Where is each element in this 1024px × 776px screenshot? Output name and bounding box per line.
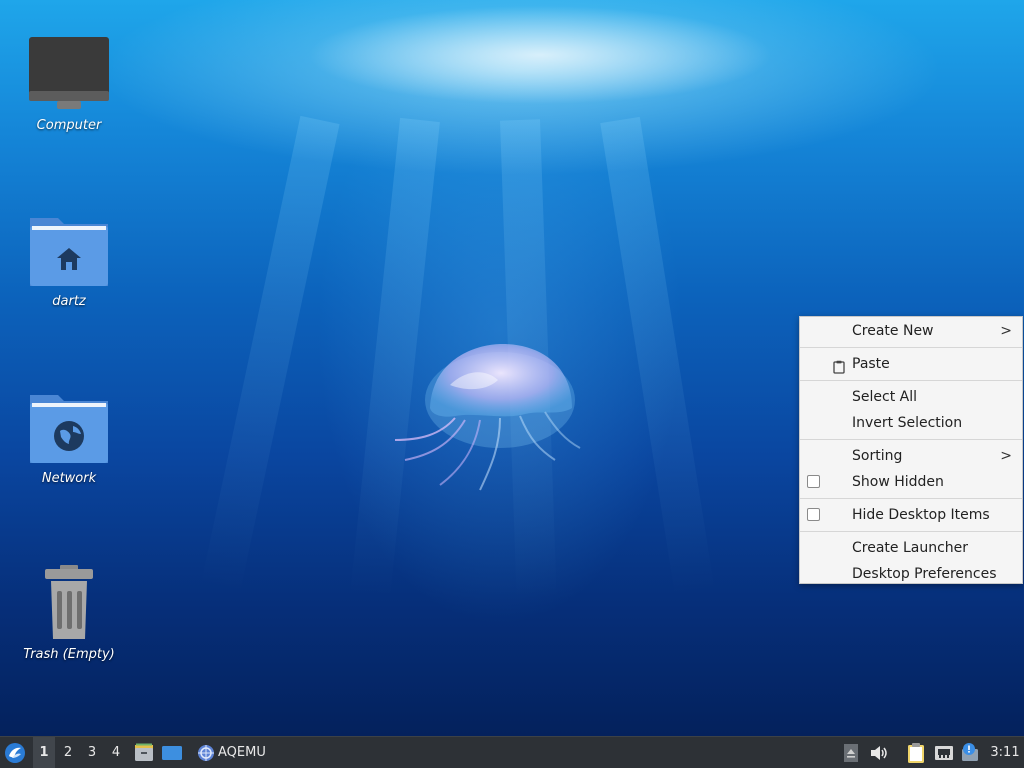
desktop-context-menu: Create New > Paste Select All Invert Sel… [799, 316, 1023, 584]
menu-item-desktop-preferences[interactable]: Desktop Preferences [800, 561, 1022, 587]
menu-item-show-hidden[interactable]: Show Hidden [800, 469, 1022, 495]
home-folder-icon [27, 212, 111, 288]
desktop-icon-label: Computer [36, 118, 102, 133]
desktop-icon-label: Trash (Empty) [23, 647, 115, 662]
menu-item-label: Paste [852, 356, 890, 372]
menu-item-label: Sorting [852, 448, 903, 464]
task-button-aqemu[interactable]: AQEMU [195, 737, 285, 768]
eject-icon [844, 744, 858, 762]
menu-item-label: Hide Desktop Items [852, 507, 990, 523]
trash-icon [27, 565, 111, 641]
network-button[interactable] [934, 737, 956, 768]
hide-desktop-items-checkbox[interactable] [807, 508, 820, 521]
chevron-right-icon: > [1000, 323, 1012, 339]
workspace-2-button[interactable]: 2 [57, 737, 79, 768]
volume-button[interactable] [870, 737, 892, 768]
lubuntu-logo-icon [5, 743, 25, 763]
light-ray [600, 116, 715, 598]
computer-icon [27, 36, 111, 112]
clock[interactable]: 3:11 [988, 737, 1022, 768]
menu-item-hide-desktop-items[interactable]: Hide Desktop Items [800, 502, 1022, 528]
taskbar: 1 2 3 4 AQEMU 3:11 [0, 736, 1024, 768]
menu-item-select-all[interactable]: Select All [800, 384, 1022, 410]
menu-item-create-new[interactable]: Create New > [800, 318, 1022, 344]
desktop-icon-label: dartz [52, 294, 86, 309]
menu-separator [800, 380, 1022, 381]
desktop-background[interactable]: Computer dartz Network Trash (Empty) Cre… [0, 0, 1024, 736]
desktop-icon-trash[interactable]: Trash (Empty) [14, 565, 124, 662]
show-hidden-checkbox[interactable] [807, 475, 820, 488]
workspace-1-button[interactable]: 1 [33, 737, 55, 768]
menu-separator [800, 498, 1022, 499]
menu-separator [800, 347, 1022, 348]
update-notifier-button[interactable] [960, 737, 982, 768]
jellyfish-image [394, 344, 581, 491]
clipboard-icon [908, 743, 924, 763]
menu-item-sorting[interactable]: Sorting > [800, 443, 1022, 469]
eject-button[interactable] [843, 737, 861, 768]
file-manager-launcher[interactable] [134, 737, 156, 768]
start-menu-button[interactable] [4, 737, 28, 768]
menu-separator [800, 439, 1022, 440]
aqemu-icon [198, 745, 214, 761]
clipboard-button[interactable] [906, 737, 928, 768]
menu-item-label: Create Launcher [852, 540, 969, 556]
menu-item-label: Create New [852, 323, 934, 339]
task-label: AQEMU [218, 745, 266, 760]
network-icon [935, 746, 953, 760]
file-manager-icon [135, 743, 153, 761]
menu-item-label: Invert Selection [852, 415, 963, 431]
menu-item-create-launcher[interactable]: Create Launcher [800, 535, 1022, 561]
menu-item-paste[interactable]: Paste [800, 351, 1022, 377]
workspace-4-button[interactable]: 4 [105, 737, 127, 768]
desktop-icon-network[interactable]: Network [14, 389, 124, 486]
menu-item-label: Desktop Preferences [852, 566, 997, 582]
paste-icon [832, 357, 846, 374]
network-folder-icon [27, 389, 111, 465]
chevron-right-icon: > [1000, 448, 1012, 464]
desktop-icon-label: Network [41, 471, 97, 486]
show-desktop-button[interactable] [161, 737, 185, 768]
update-notifier-icon [962, 743, 978, 761]
volume-icon [871, 746, 887, 760]
menu-item-label: Show Hidden [852, 474, 944, 490]
menu-item-invert-selection[interactable]: Invert Selection [800, 410, 1022, 436]
menu-item-label: Select All [852, 389, 917, 405]
light-ray [200, 115, 340, 594]
workspace-3-button[interactable]: 3 [81, 737, 103, 768]
desktop-icon-home-folder[interactable]: dartz [14, 212, 124, 309]
show-desktop-icon [162, 746, 182, 760]
desktop-icon-computer[interactable]: Computer [14, 36, 124, 133]
menu-separator [800, 531, 1022, 532]
